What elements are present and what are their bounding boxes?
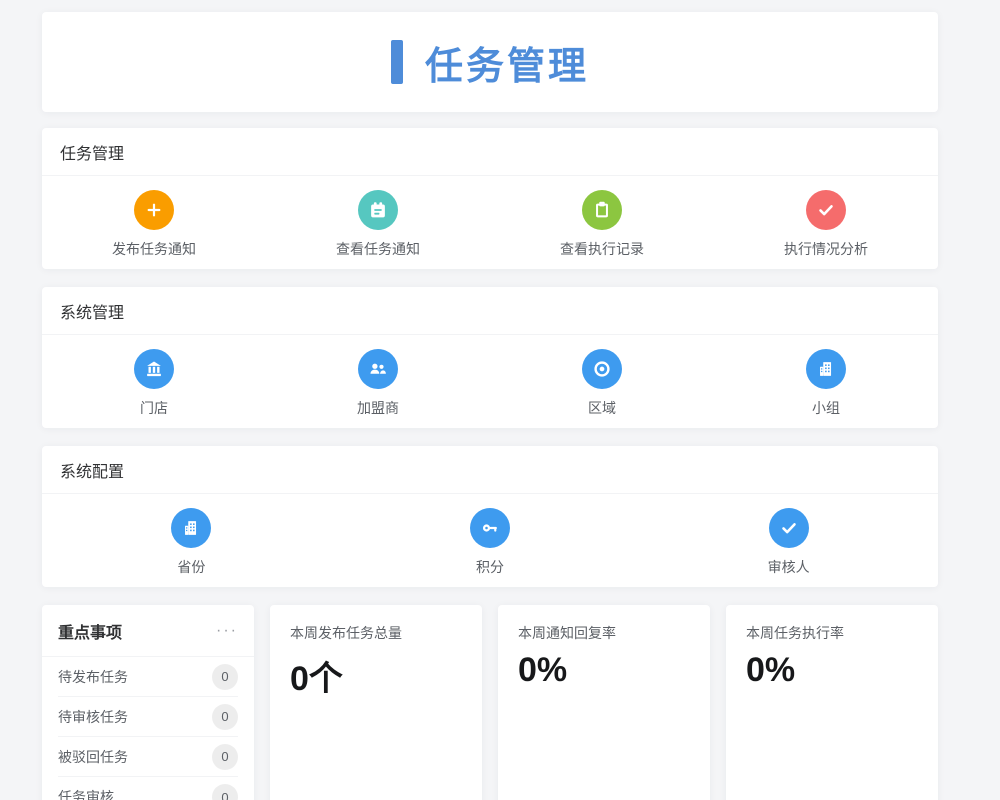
action-label: 发布任务通知 [112,239,196,259]
action-region[interactable]: 区域 [490,345,714,418]
key-row-pending-publish[interactable]: 待发布任务 0 [58,657,238,697]
task-management-page: 任务管理 任务管理 发布任务通知 [0,0,1000,800]
section-system-management-body: 门店 加盟商 [42,335,938,428]
key-items-card: 重点事项 ··· 待发布任务 0 待审核任务 0 被驳回任务 0 任务审核 [42,605,254,800]
key-items-header: 重点事项 ··· [42,605,254,657]
action-label: 查看任务通知 [336,239,420,259]
action-label: 审核人 [768,557,810,577]
stat-value: 0% [746,651,918,690]
section-title: 任务管理 [60,140,124,164]
key-row-pending-review[interactable]: 待审核任务 0 [58,697,238,737]
more-menu-icon[interactable]: ··· [216,622,238,640]
action-label: 省份 [177,557,205,577]
stat-card-weekly-reply-rate: 本周通知回复率 0% [498,605,710,800]
action-label: 查看执行记录 [560,239,644,259]
action-store[interactable]: 门店 [42,345,266,418]
section-system-config-body: 省份 积分 [42,494,938,587]
stat-label: 本周通知回复率 [518,623,690,643]
stat-card-weekly-execution-rate: 本周任务执行率 0% [726,605,938,800]
action-view-task-notice[interactable]: 查看任务通知 [266,186,490,259]
section-system-config-header: 系统配置 [42,446,938,494]
count-badge: 0 [212,664,238,690]
section-title: 系统配置 [60,458,124,482]
people-icon [358,349,398,389]
action-label: 区域 [588,398,616,418]
action-points[interactable]: 积分 [341,504,640,577]
key-row-label: 待发布任务 [58,667,128,687]
bottom-cards-row: 重点事项 ··· 待发布任务 0 待审核任务 0 被驳回任务 0 任务审核 [42,605,938,800]
bank-icon [134,349,174,389]
stat-label: 本周发布任务总量 [290,623,462,643]
section-task-management-body: 发布任务通知 查看任务通知 [42,176,938,269]
title-accent-bar [391,40,403,84]
building-icon [806,349,846,389]
clipboard-icon [582,190,622,230]
action-reviewer[interactable]: 审核人 [639,504,938,577]
stat-value: 0% [518,651,690,690]
stat-value: 0个 [290,651,462,700]
action-group[interactable]: 小组 [714,345,938,418]
action-label: 加盟商 [357,398,399,418]
section-task-management: 任务管理 发布任务通知 [42,128,938,269]
calendar-icon [358,190,398,230]
count-badge: 0 [212,784,238,800]
key-icon [470,508,510,548]
action-label: 积分 [476,557,504,577]
count-badge: 0 [212,744,238,770]
key-row-rejected[interactable]: 被驳回任务 0 [58,737,238,777]
section-task-management-header: 任务管理 [42,128,938,176]
action-label: 小组 [812,398,840,418]
plus-icon [134,190,174,230]
key-row-label: 待审核任务 [58,707,128,727]
action-label: 执行情况分析 [784,239,868,259]
check-icon [806,190,846,230]
action-province[interactable]: 省份 [42,504,341,577]
stat-card-weekly-published: 本周发布任务总量 0个 [270,605,482,800]
action-view-execution-records[interactable]: 查看执行记录 [490,186,714,259]
section-system-config: 系统配置 [42,446,938,587]
page-title-banner: 任务管理 [42,12,938,112]
stat-label: 本周任务执行率 [746,623,918,643]
check-icon [769,508,809,548]
key-row-label: 任务审核 [58,787,114,800]
key-items-title: 重点事项 [58,619,122,643]
key-row-task-review[interactable]: 任务审核 0 [58,777,238,800]
action-label: 门店 [140,398,168,418]
building-icon [171,508,211,548]
section-system-management: 系统管理 门店 [42,287,938,428]
section-system-management-header: 系统管理 [42,287,938,335]
page-title: 任务管理 [425,35,589,90]
target-icon [582,349,622,389]
action-franchisee[interactable]: 加盟商 [266,345,490,418]
key-row-label: 被驳回任务 [58,747,128,767]
action-execution-analysis[interactable]: 执行情况分析 [714,186,938,259]
section-title: 系统管理 [60,299,124,323]
count-badge: 0 [212,704,238,730]
action-publish-task-notice[interactable]: 发布任务通知 [42,186,266,259]
